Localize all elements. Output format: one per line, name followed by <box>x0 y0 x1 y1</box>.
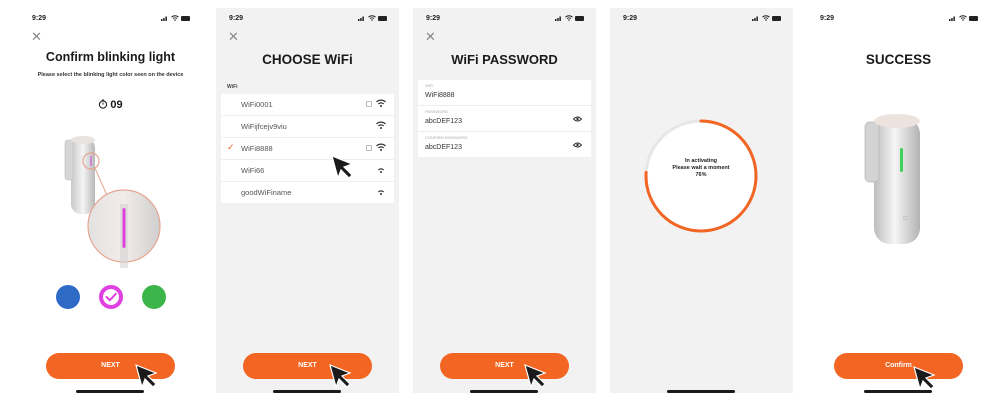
status-time: 9:29 <box>623 15 638 22</box>
status-bar: 9:29 <box>623 15 781 25</box>
color-option-green[interactable] <box>142 285 166 309</box>
device-illustration <box>64 136 161 268</box>
signal-icon <box>161 16 167 21</box>
confirm-password-label: CONFIRM PASSWORD <box>425 135 468 140</box>
color-option-magenta-selected[interactable] <box>99 285 123 309</box>
battery-icon <box>575 15 584 21</box>
eye-icon[interactable] <box>573 116 582 122</box>
wifi-status-icon <box>171 15 179 21</box>
activation-line-2: Please wait a moment <box>672 165 730 171</box>
wifi-signal-icon <box>377 168 385 173</box>
battery-icon <box>378 15 387 21</box>
color-option-blue[interactable] <box>56 285 80 309</box>
status-icons <box>161 15 190 21</box>
screen-choose-wifi: 9:29 ✕ CHOOSE WiFi WiFi WiFi0001 WiFijfc… <box>216 8 399 393</box>
status-bar: 9:29 <box>32 15 190 25</box>
device-illustration <box>864 114 920 244</box>
battery-icon <box>181 15 190 21</box>
password-form: WIFI WiFi8888 PASSWORD abcDEF123 CONFIRM… <box>418 80 591 157</box>
password-field-value: abcDEF123 <box>425 118 462 125</box>
screen-activating: 9:29 In activating Please wait a moment … <box>610 8 793 393</box>
wifi-field-label: WIFI <box>425 83 434 88</box>
wifi-status-icon <box>565 15 573 21</box>
status-time: 9:29 <box>32 15 47 22</box>
confirm-button[interactable]: Confirm <box>834 353 963 379</box>
wifi-signal-icon <box>377 190 385 195</box>
wifi-status-icon <box>762 15 770 21</box>
password-field[interactable]: PASSWORD abcDEF123 <box>418 106 591 132</box>
confirm-password-field[interactable]: CONFIRM PASSWORD abcDEF123 <box>418 132 591 157</box>
wifi-name: WiFijfcejv9viu <box>241 122 287 131</box>
checkmark-icon: ✓ <box>227 142 235 152</box>
signal-icon <box>949 16 955 21</box>
section-label: WiFi <box>227 84 238 90</box>
battery-icon <box>969 15 978 21</box>
status-icons <box>949 15 978 21</box>
timer-icon <box>99 99 108 109</box>
close-icon[interactable]: ✕ <box>228 30 239 43</box>
confirm-password-value: abcDEF123 <box>425 144 462 151</box>
screen-success: 9:29 SUCCESS Confirm <box>807 8 990 393</box>
page-title: CHOOSE WiFi <box>262 52 353 67</box>
wifi-signal-icon <box>376 99 386 107</box>
status-icons <box>752 15 781 21</box>
wifi-list: WiFi0001 WiFijfcejv9viu ✓ WiFi8888 WiFi6… <box>221 94 394 203</box>
pointer-cursor-icon <box>329 363 352 389</box>
wifi-row[interactable]: WiFi66 <box>221 160 394 182</box>
page-title: WiFi PASSWORD <box>451 52 558 67</box>
wifi-status-icon <box>959 15 967 21</box>
wifi-row[interactable]: goodWiFiname <box>221 182 394 203</box>
password-field-label: PASSWORD <box>425 109 449 114</box>
status-bar: 9:29 <box>229 15 387 25</box>
lock-icon <box>366 145 372 151</box>
wifi-status-icon <box>368 15 376 21</box>
status-icons <box>555 15 584 21</box>
wifi-field-value: WiFi8888 <box>425 92 455 99</box>
countdown: 09 <box>19 99 202 111</box>
lock-icon <box>366 101 372 107</box>
pointer-cursor-icon <box>135 363 158 389</box>
wifi-field[interactable]: WIFI WiFi8888 <box>418 80 591 106</box>
page-title: SUCCESS <box>865 52 932 67</box>
wifi-signal-icon <box>376 143 386 151</box>
page-subtitle: Please select the blinking light color s… <box>37 72 184 78</box>
status-time: 9:29 <box>820 15 835 22</box>
pointer-cursor-icon <box>524 363 547 389</box>
activation-line-1: In activating <box>684 158 718 164</box>
wifi-row[interactable]: WiFijfcejv9viu <box>221 116 394 138</box>
close-icon[interactable]: ✕ <box>425 30 436 43</box>
wifi-name: WiFi0001 <box>241 100 273 109</box>
check-icon <box>103 289 119 305</box>
status-bar: 9:29 <box>820 15 978 25</box>
screen-confirm-light: 9:29 ✕ Confirm blinking light Please sel… <box>19 8 202 393</box>
status-time: 9:29 <box>229 15 244 22</box>
countdown-value: 09 <box>110 99 123 111</box>
wifi-row-selected[interactable]: ✓ WiFi8888 <box>221 138 394 160</box>
page-title: Confirm blinking light <box>45 50 176 64</box>
pointer-cursor-icon <box>913 365 936 391</box>
wifi-name: WiFi8888 <box>241 144 273 153</box>
wifi-name: goodWiFiname <box>241 188 292 197</box>
next-button[interactable]: NEXT <box>440 353 569 379</box>
status-time: 9:29 <box>426 15 441 22</box>
wifi-name: WiFi66 <box>241 166 265 175</box>
wifi-row[interactable]: WiFi0001 <box>221 94 394 116</box>
signal-icon <box>358 16 364 21</box>
wifi-signal-icon <box>376 121 386 129</box>
signal-icon <box>555 16 561 21</box>
activation-percent: 76% <box>695 172 707 178</box>
eye-icon[interactable] <box>573 142 582 148</box>
status-icons <box>358 15 387 21</box>
status-bar: 9:29 <box>426 15 584 25</box>
screen-wifi-password: 9:29 ✕ WiFi PASSWORD WIFI WiFi8888 PASSW… <box>413 8 596 393</box>
signal-icon <box>752 16 758 21</box>
close-icon[interactable]: ✕ <box>31 30 42 43</box>
battery-icon <box>772 15 781 21</box>
pointer-cursor-icon <box>331 154 354 180</box>
activation-status: In activating Please wait a moment 76% <box>641 158 761 179</box>
